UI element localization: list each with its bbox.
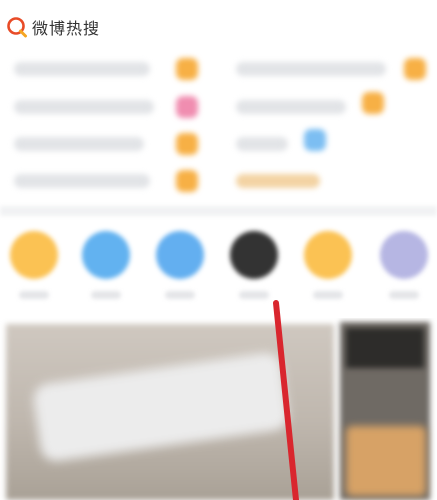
quick-entry-lavender-icon[interactable] <box>380 231 428 279</box>
section-divider <box>0 206 437 216</box>
quick-entry-yellow-icon[interactable] <box>304 231 352 279</box>
hot-search-item[interactable] <box>14 137 144 151</box>
hot-search-item[interactable] <box>236 62 386 76</box>
hot-search-item[interactable] <box>236 100 346 114</box>
hot-tag-badge <box>176 133 198 155</box>
quick-entry-yellow-icon[interactable] <box>10 231 58 279</box>
hot-tag-badge <box>404 58 426 80</box>
hot-search-item[interactable] <box>14 174 150 188</box>
quick-entry-blue-icon[interactable] <box>82 231 130 279</box>
quick-entry-label <box>389 291 419 299</box>
quick-entry-bar <box>0 225 437 310</box>
hot-search-item[interactable] <box>236 174 320 188</box>
quick-entry-blue-icon[interactable] <box>156 231 204 279</box>
hot-search-item[interactable] <box>14 100 154 114</box>
quick-entry-dark-icon[interactable] <box>230 231 278 279</box>
page-title: 微博热搜 <box>32 19 101 38</box>
quick-entry-label <box>19 291 49 299</box>
quick-entry-label <box>239 291 269 299</box>
hot-search-item[interactable] <box>14 62 150 76</box>
hot-tag-badge <box>176 58 198 80</box>
hot-search-item[interactable] <box>236 137 288 151</box>
banner-next-card-image <box>346 426 426 496</box>
quick-entry-label <box>313 291 343 299</box>
hot-tag-badge <box>176 170 198 192</box>
quick-entry-label <box>91 291 121 299</box>
trend-tag-badge <box>304 129 326 151</box>
quick-entry-label <box>165 291 195 299</box>
new-tag-badge <box>176 96 198 118</box>
header-bar: 微博热搜 <box>0 0 437 50</box>
weibo-hot-search-logo-icon <box>7 17 27 38</box>
banner-next-card-header <box>346 328 424 368</box>
hot-search-list <box>0 48 437 208</box>
hot-tag-badge <box>362 92 384 114</box>
promo-banner-carousel[interactable] <box>0 318 437 500</box>
